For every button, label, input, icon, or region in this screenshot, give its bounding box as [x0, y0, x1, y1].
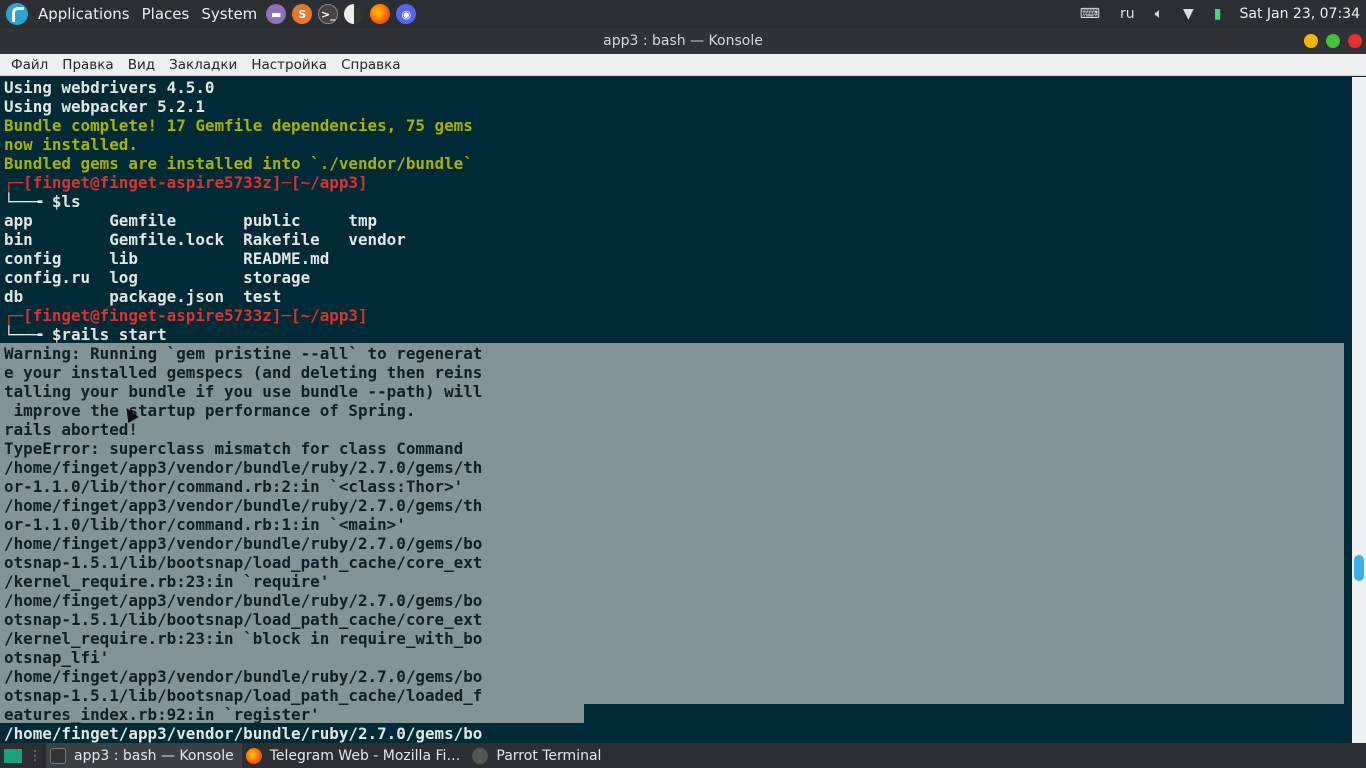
terminal-line: e your installed gemspecs (and deleting …: [4, 363, 483, 382]
menu-settings[interactable]: Настройка: [244, 54, 334, 76]
task-parrot-terminal[interactable]: Parrot Terminal: [468, 743, 609, 768]
menu-view[interactable]: Вид: [121, 54, 162, 76]
terminal-line: Using webpacker 5.2.1: [4, 97, 205, 116]
close-button[interactable]: [1348, 34, 1362, 48]
konsole-icon: [50, 747, 66, 764]
places-menu[interactable]: Places: [136, 0, 196, 28]
command-line: └──╼ $ls: [4, 192, 81, 211]
terminal-scrollbar[interactable]: [1352, 77, 1366, 743]
terminal-line: Bundled gems are installed into `./vendo…: [4, 154, 473, 173]
terminal-line: eatures_index.rb:92:in `register': [4, 705, 320, 724]
ls-output-line: bin Gemfile.lock Rakefile vendor: [4, 230, 406, 249]
scroll-thumb[interactable]: [1354, 555, 1364, 581]
minimize-button[interactable]: [1304, 34, 1318, 48]
terminal-line: /home/finget/app3/vendor/bundle/ruby/2.7…: [4, 534, 483, 553]
terminal-line: talling your bundle if you use bundle --…: [4, 382, 483, 401]
prompt-line: ┌─[finget@finget-aspire5733z]─[~/app3]: [4, 173, 368, 192]
terminal-line: otsnap-1.5.1/lib/bootsnap/load_path_cach…: [4, 610, 483, 629]
terminal-line: improve the startup performance of Sprin…: [4, 401, 416, 420]
wifi-icon[interactable]: ▼: [1183, 6, 1194, 22]
menu-file[interactable]: Файл: [0, 54, 55, 76]
system-tray: ⌨ ru 🔈︎ ▼ ▮ Sat Jan 23, 07:34: [1070, 0, 1366, 28]
terminal-view[interactable]: Using webdrivers 4.5.0 Using webpacker 5…: [0, 77, 1352, 743]
menu-bookmarks[interactable]: Закладки: [162, 54, 244, 76]
terminal-line: Using webdrivers 4.5.0: [4, 78, 215, 97]
terminal-line: now installed.: [4, 135, 138, 154]
terminal-icon: [472, 747, 489, 764]
discord-icon[interactable]: ◉: [396, 4, 417, 24]
top-panel: Applications Places System ▬ S >_ ◉ ⌨ ru…: [0, 0, 1366, 28]
menubar: Файл Правка Вид Закладки Настройка Справ…: [0, 54, 1366, 76]
task-label: Telegram Web - Mozilla Fi…: [269, 747, 461, 764]
battery-icon[interactable]: ▮: [1214, 6, 1222, 22]
show-desktop-icon[interactable]: [4, 748, 22, 763]
terminal-line: Bundle complete! 17 Gemfile dependencies…: [4, 116, 473, 135]
menu-edit[interactable]: Правка: [55, 54, 120, 76]
ls-output-line: config lib README.md: [4, 249, 330, 268]
task-label: app3 : bash — Konsole: [74, 747, 234, 764]
sublime-text-icon[interactable]: S: [292, 4, 313, 24]
terminal-output: Using webdrivers 4.5.0 Using webpacker 5…: [4, 78, 482, 743]
terminal-line: /home/finget/app3/vendor/bundle/ruby/2.7…: [4, 667, 483, 686]
terminal-line: otsnap_lfi': [4, 648, 110, 667]
task-konsole[interactable]: app3 : bash — Konsole: [46, 743, 242, 768]
command-line: └──╼ $rails start: [4, 325, 167, 344]
window-titlebar[interactable]: app3 : bash — Konsole: [0, 28, 1366, 54]
terminal-line: /home/finget/app3/vendor/bundle/ruby/2.7…: [4, 458, 483, 477]
contrast-icon[interactable]: [344, 4, 365, 24]
task-label: Parrot Terminal: [496, 747, 602, 764]
prompt-line: ┌─[finget@finget-aspire5733z]─[~/app3]: [4, 306, 368, 325]
maximize-button[interactable]: [1326, 34, 1340, 48]
terminal-line: otsnap-1.5.1/lib/bootsnap/load_path_cach…: [4, 553, 483, 572]
keyboard-icon[interactable]: ⌨: [1080, 6, 1100, 22]
parrot-logo-icon[interactable]: [6, 3, 28, 25]
file-manager-icon[interactable]: ▬: [266, 4, 287, 24]
terminal-line: /kernel_require.rb:23:in `block in requi…: [4, 629, 483, 648]
firefox-icon: [245, 747, 262, 764]
ls-output-line: db package.json test: [4, 287, 282, 306]
volume-icon[interactable]: 🔈︎: [1155, 6, 1163, 22]
task-telegram-firefox[interactable]: Telegram Web - Mozilla Fi…: [242, 743, 469, 768]
terminal-line: /home/finget/app3/vendor/bundle/ruby/2.7…: [4, 724, 483, 743]
terminal-line: or-1.1.0/lib/thor/command.rb:2:in `<clas…: [4, 477, 464, 496]
terminal-line: rails aborted!: [4, 420, 138, 439]
system-menu[interactable]: System: [195, 0, 263, 28]
terminal-line: or-1.1.0/lib/thor/command.rb:1:in `<main…: [4, 515, 406, 534]
terminal-line: Warning: Running `gem pristine --all` to…: [4, 344, 483, 363]
window-title: app3 : bash — Konsole: [603, 33, 763, 49]
terminal-line: otsnap-1.5.1/lib/bootsnap/load_path_cach…: [4, 686, 483, 705]
applications-menu[interactable]: Applications: [32, 0, 136, 28]
terminal-line: /home/finget/app3/vendor/bundle/ruby/2.7…: [4, 591, 483, 610]
ls-output-line: app Gemfile public tmp: [4, 211, 378, 230]
terminal-line: /home/finget/app3/vendor/bundle/ruby/2.7…: [4, 496, 483, 515]
ls-output-line: config.ru log storage: [4, 268, 311, 287]
menu-help[interactable]: Справка: [334, 54, 407, 76]
terminal-launcher-icon[interactable]: >_: [318, 4, 339, 24]
taskbar: ⋮ app3 : bash — Konsole Telegram Web - M…: [0, 743, 1366, 768]
clock[interactable]: Sat Jan 23, 07:34: [1240, 6, 1361, 22]
taskbar-handle-icon[interactable]: ⋮: [28, 748, 42, 764]
keyboard-layout[interactable]: ru: [1120, 6, 1135, 22]
terminal-line: TypeError: superclass mismatch for class…: [4, 439, 464, 458]
firefox-icon[interactable]: [370, 4, 391, 24]
terminal-line: /kernel_require.rb:23:in `require': [4, 572, 330, 591]
